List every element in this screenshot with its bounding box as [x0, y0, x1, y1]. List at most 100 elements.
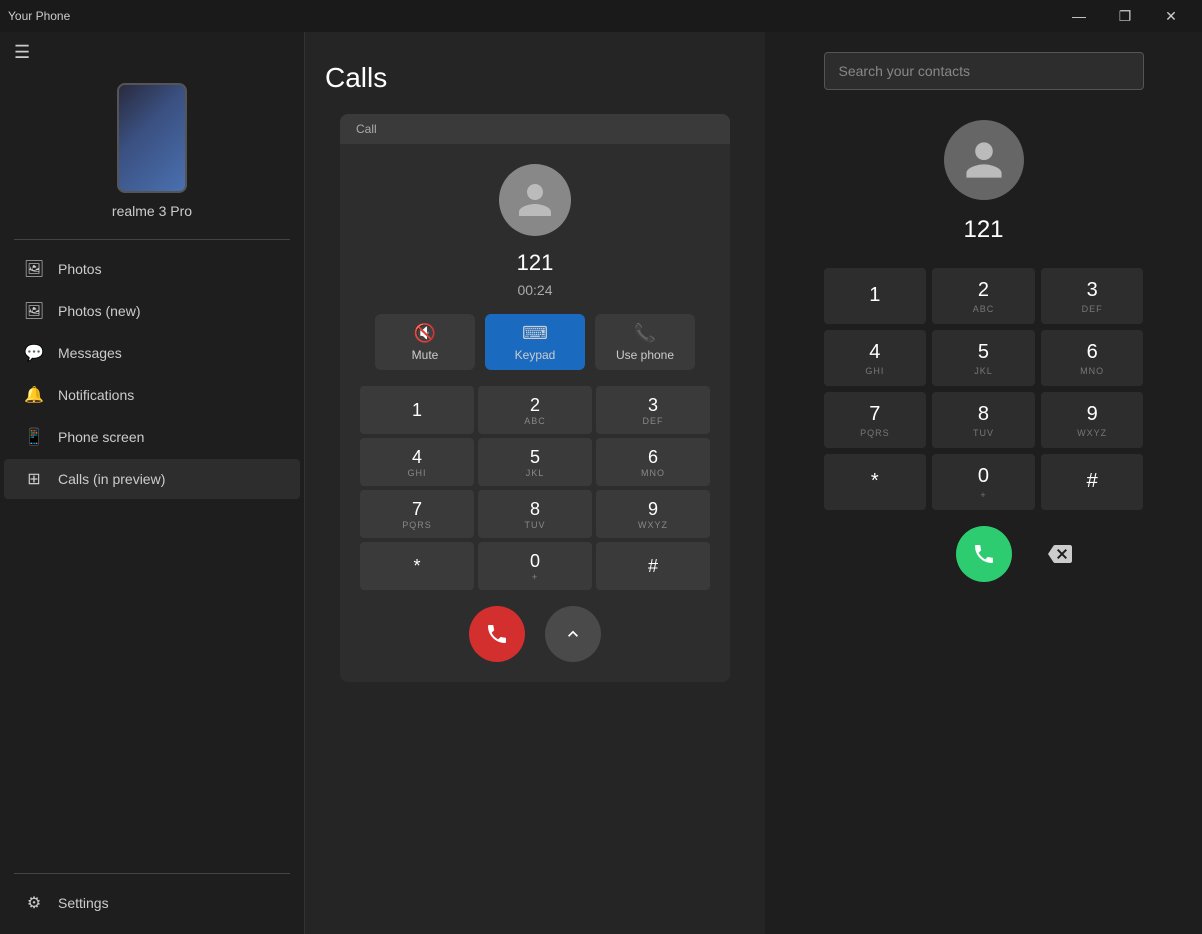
left-dial-3[interactable]: 3DEF: [596, 386, 710, 434]
sidebar-item-notifications-label: Notifications: [58, 387, 134, 403]
keypad-icon: ⌨: [522, 323, 548, 344]
sidebar-item-phone-screen-label: Phone screen: [58, 429, 144, 445]
right-dial-1[interactable]: 1: [824, 268, 927, 324]
sidebar-item-photos-new[interactable]: 🖼 Photos (new): [4, 291, 300, 331]
sidebar-settings: ⚙ Settings: [0, 882, 304, 934]
left-dial-0[interactable]: 0+: [478, 542, 592, 590]
right-dial-7[interactable]: 7PQRS: [824, 392, 927, 448]
use-phone-label: Use phone: [616, 348, 674, 362]
chevron-up-icon: [563, 624, 583, 644]
left-dial-1[interactable]: 1: [360, 386, 474, 434]
sidebar-item-photos-new-label: Photos (new): [58, 303, 140, 319]
search-contacts-input[interactable]: [824, 52, 1144, 90]
notifications-icon: 🔔: [24, 385, 44, 405]
sidebar-item-calls-label: Calls (in preview): [58, 471, 165, 487]
left-dial-5[interactable]: 5JKL: [478, 438, 592, 486]
titlebar-left: Your Phone: [8, 9, 70, 23]
left-dial-6[interactable]: 6MNO: [596, 438, 710, 486]
call-label: Call: [356, 122, 377, 136]
sidebar-item-phone-screen[interactable]: 📱 Phone screen: [4, 417, 300, 457]
sidebar-top-divider: [14, 239, 290, 240]
sidebar-bottom-divider: [14, 873, 290, 874]
sidebar-item-messages[interactable]: 💬 Messages: [4, 333, 300, 373]
left-dial-7[interactable]: 7PQRS: [360, 490, 474, 538]
left-dialpad: 1 2ABC 3DEF 4GHI 5JKL 6MNO 7PQRS 8TUV 9W…: [360, 386, 710, 590]
caller-number: 121: [517, 250, 554, 276]
mute-label: Mute: [412, 348, 439, 362]
call-button[interactable]: [956, 526, 1012, 582]
call-icon: [972, 542, 996, 566]
left-dial-9[interactable]: 9WXYZ: [596, 490, 710, 538]
phone-card-body: 121 00:24 🔇 Mute ⌨ Keypad 📞: [340, 144, 730, 682]
dialer-number: 121: [963, 216, 1003, 244]
app-body: ☰ realme 3 Pro 🖼 Photos 🖼 Photos (new) 💬…: [0, 32, 1202, 934]
right-dial-star[interactable]: *: [824, 454, 927, 510]
calls-icon: ⊞: [24, 469, 44, 489]
photos-icon: 🖼: [24, 259, 44, 279]
use-phone-icon: 📞: [634, 323, 656, 344]
sidebar-item-photos[interactable]: 🖼 Photos: [4, 249, 300, 289]
backspace-icon: [1048, 542, 1072, 566]
right-dial-6[interactable]: 6MNO: [1041, 330, 1144, 386]
right-dial-9[interactable]: 9WXYZ: [1041, 392, 1144, 448]
phone-screen-icon: 📱: [24, 427, 44, 447]
titlebar-controls: — ❐ ✕: [1056, 0, 1194, 32]
sidebar: ☰ realme 3 Pro 🖼 Photos 🖼 Photos (new) 💬…: [0, 32, 305, 934]
dialer-panel: 121 1 2ABC 3DEF 4GHI 5JKL 6MNO 7PQRS 8TU…: [765, 32, 1202, 934]
left-dial-4[interactable]: 4GHI: [360, 438, 474, 486]
keypad-button[interactable]: ⌨ Keypad: [485, 314, 585, 370]
right-dial-3[interactable]: 3DEF: [1041, 268, 1144, 324]
right-dial-hash[interactable]: #: [1041, 454, 1144, 510]
sidebar-item-settings-label: Settings: [58, 895, 109, 911]
caller-avatar-icon: [515, 180, 555, 220]
more-button[interactable]: [545, 606, 601, 662]
right-dial-4[interactable]: 4GHI: [824, 330, 927, 386]
content-area: Calls Call 121 00:24 �: [305, 32, 1202, 934]
left-dial-star[interactable]: *: [360, 542, 474, 590]
device-section: realme 3 Pro: [0, 73, 304, 239]
app-name: Your Phone: [8, 9, 70, 23]
right-action-row: [824, 526, 1144, 582]
titlebar: Your Phone — ❐ ✕: [0, 0, 1202, 32]
backspace-button[interactable]: [1032, 526, 1088, 582]
right-dial-5[interactable]: 5JKL: [932, 330, 1035, 386]
photos-new-icon: 🖼: [24, 301, 44, 321]
right-dial-8[interactable]: 8TUV: [932, 392, 1035, 448]
hamburger-icon[interactable]: ☰: [14, 42, 30, 63]
call-duration: 00:24: [517, 282, 552, 298]
keypad-label: Keypad: [515, 348, 556, 362]
hangup-button[interactable]: [469, 606, 525, 662]
sidebar-item-notifications[interactable]: 🔔 Notifications: [4, 375, 300, 415]
minimize-button[interactable]: —: [1056, 0, 1102, 32]
right-dial-0[interactable]: 0+: [932, 454, 1035, 510]
sidebar-item-messages-label: Messages: [58, 345, 122, 361]
mute-icon: 🔇: [414, 323, 436, 344]
phone-card-header: Call: [340, 114, 730, 144]
right-dialpad: 1 2ABC 3DEF 4GHI 5JKL 6MNO 7PQRS 8TUV 9W…: [824, 268, 1144, 510]
sidebar-nav: 🖼 Photos 🖼 Photos (new) 💬 Messages 🔔 Not…: [0, 248, 304, 865]
phone-image: [117, 83, 187, 193]
dialer-avatar-icon: [962, 138, 1006, 182]
use-phone-button[interactable]: 📞 Use phone: [595, 314, 695, 370]
phone-card: Call 121 00:24 🔇 Mute: [340, 114, 730, 682]
sidebar-item-calls[interactable]: ⊞ Calls (in preview): [4, 459, 300, 499]
device-name: realme 3 Pro: [112, 203, 192, 219]
control-row: 🔇 Mute ⌨ Keypad 📞 Use phone: [375, 314, 695, 370]
maximize-button[interactable]: ❐: [1102, 0, 1148, 32]
hangup-icon: [485, 622, 509, 646]
left-dial-8[interactable]: 8TUV: [478, 490, 592, 538]
left-dial-2[interactable]: 2ABC: [478, 386, 592, 434]
right-dial-2[interactable]: 2ABC: [932, 268, 1035, 324]
sidebar-item-photos-label: Photos: [58, 261, 102, 277]
close-button[interactable]: ✕: [1148, 0, 1194, 32]
mute-button[interactable]: 🔇 Mute: [375, 314, 475, 370]
dialer-avatar: [944, 120, 1024, 200]
messages-icon: 💬: [24, 343, 44, 363]
caller-avatar: [499, 164, 571, 236]
sidebar-item-settings[interactable]: ⚙ Settings: [4, 883, 300, 923]
sidebar-top: ☰: [0, 32, 304, 73]
settings-icon: ⚙: [24, 893, 44, 913]
calls-title: Calls: [325, 62, 387, 94]
calls-panel: Calls Call 121 00:24 �: [305, 32, 765, 934]
left-dial-hash[interactable]: #: [596, 542, 710, 590]
